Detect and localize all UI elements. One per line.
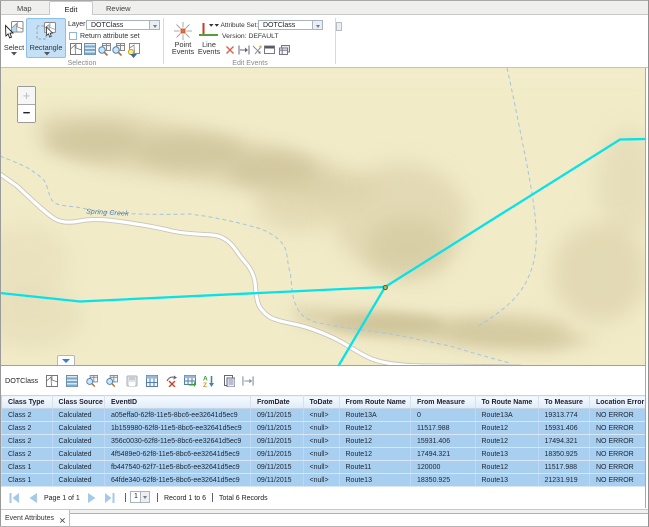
svg-text:Z: Z — [203, 382, 207, 387]
